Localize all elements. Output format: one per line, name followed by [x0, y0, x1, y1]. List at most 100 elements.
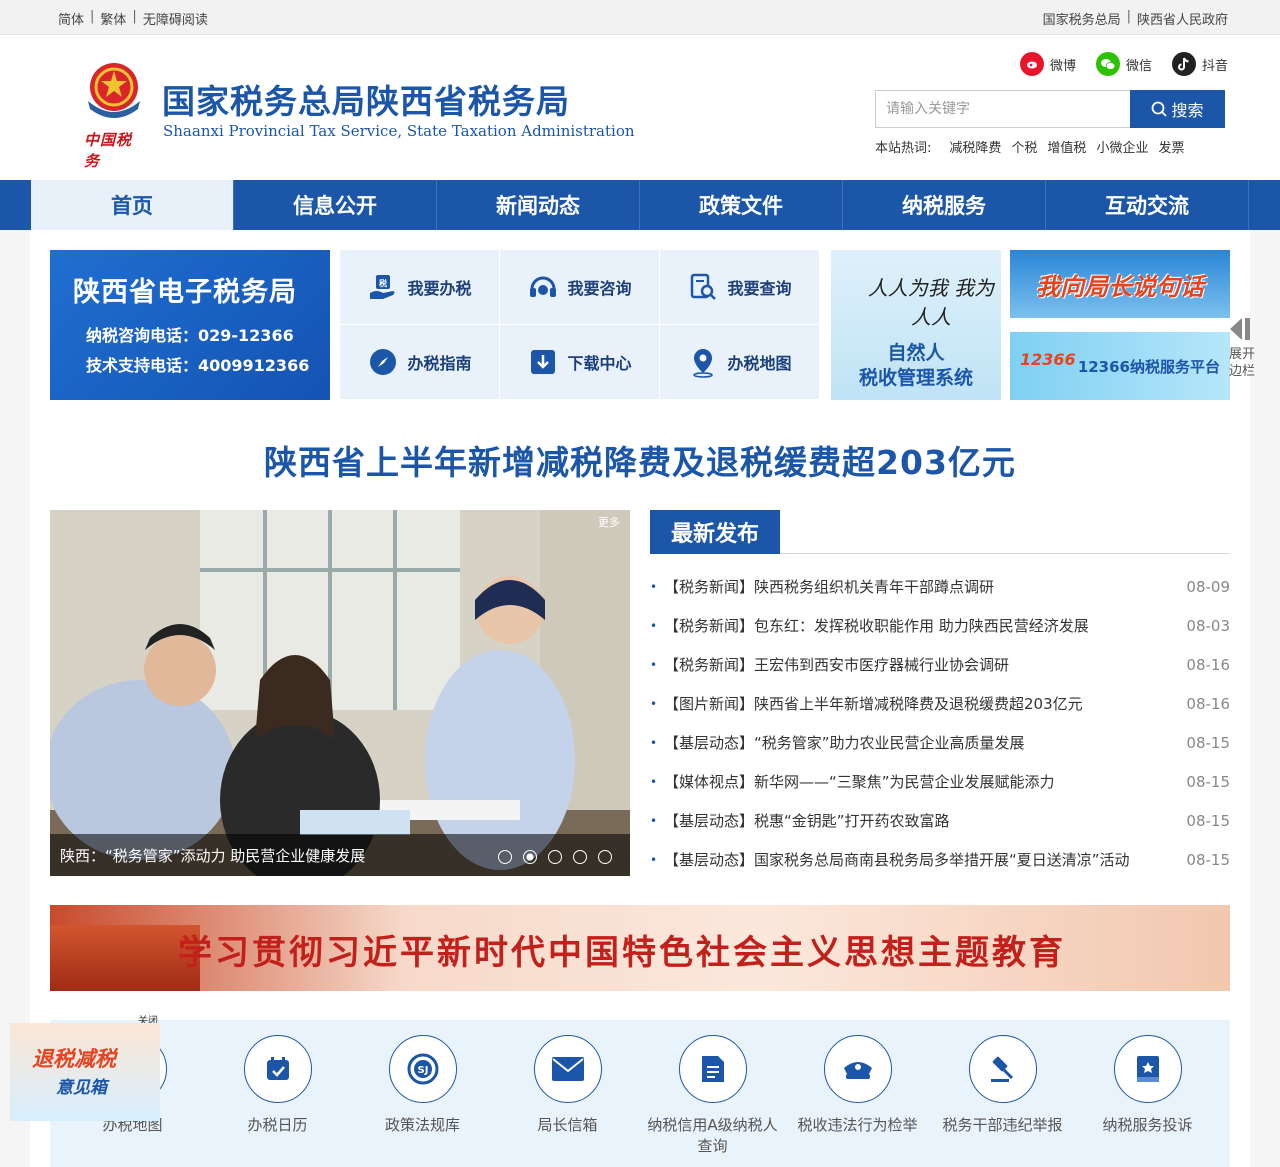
news-item[interactable]: • 【基层动态】“税务管家”助力农业民营企业高质量发展 08-15 — [650, 723, 1230, 762]
wechat-icon — [1095, 52, 1120, 76]
latest-news-title[interactable]: 最新发布 — [650, 510, 780, 554]
nature-title-1: 自然人 — [887, 342, 945, 364]
douyin-icon — [1171, 52, 1196, 76]
compass-icon — [370, 349, 397, 375]
calendar-icon — [243, 1035, 312, 1103]
quick-download[interactable]: 下载中心 — [500, 325, 660, 400]
quick-guide[interactable]: 办税指南 — [340, 325, 500, 400]
news-date: 08-15 — [1186, 850, 1230, 869]
service-tax-calendar[interactable]: 办税日历 — [208, 1020, 348, 1167]
latest-news-header: 最新发布 — [650, 510, 1230, 554]
weibo-link[interactable]: 微博 — [1019, 52, 1076, 76]
shaanxi-gov-link[interactable]: 陕西省人民政府 — [1137, 9, 1228, 28]
wechat-link[interactable]: 微信 — [1095, 52, 1152, 76]
expand-sidebar-toggle[interactable]: 展开边栏 — [1228, 316, 1256, 426]
complaint-book-icon — [1113, 1035, 1182, 1103]
hot-word[interactable]: 个税 — [1011, 137, 1037, 156]
bullet-icon: • — [650, 618, 658, 633]
news-title: 【基层动态】税惠“金钥匙”打开药农致富路 — [664, 812, 950, 830]
news-item[interactable]: • 【税务新闻】王宏伟到西安市医疗器械行业协会调研 08-16 — [650, 645, 1230, 684]
theme-education-banner[interactable]: 学习贯彻习近平新时代中国特色社会主义思想主题教育 — [50, 905, 1230, 991]
slider-dot[interactable] — [573, 850, 587, 864]
china-tax-mark: 中国税务 — [84, 131, 133, 170]
nature-title-2: 税收管理系统 — [858, 367, 973, 389]
hot-words: 本站热词: 减税降费 个税 增值税 小微企业 发票 — [875, 137, 1184, 156]
search-button[interactable]: 搜索 — [1130, 90, 1225, 128]
map-pin-icon — [693, 349, 714, 378]
law-library-icon: SJ — [388, 1035, 457, 1103]
main-nav: 首页 信息公开 新闻动态 政策文件 纳税服务 互动交流 — [0, 180, 1280, 230]
traditional-link[interactable]: 繁体 — [100, 9, 126, 28]
hot-word[interactable]: 增值税 — [1047, 137, 1086, 156]
news-title: 【税务新闻】包东红：发挥税收职能作用 助力陕西民营经济发展 — [664, 617, 1089, 635]
support-phone: 技术支持电话：4009912366 — [86, 356, 310, 375]
tax-feedback-float-ad[interactable]: 退税减税 意见箱 — [10, 1023, 160, 1121]
service-director-mailbox[interactable]: 局长信箱 — [498, 1020, 638, 1167]
news-date: 08-15 — [1186, 811, 1230, 830]
12366-platform-link[interactable]: 12366 12366纳税服务平台 — [1010, 332, 1230, 400]
news-title: 【基层动态】“税务管家”助力农业民营企业高质量发展 — [664, 734, 1025, 752]
hot-word[interactable]: 发票 — [1158, 137, 1184, 156]
slider-dot[interactable] — [498, 850, 512, 864]
quick-map[interactable]: 办税地图 — [660, 325, 820, 400]
photo-slider[interactable]: 更多 陕西：“税务管家”添动力 助民营企业健康发展 — [50, 510, 630, 876]
bullet-icon: • — [650, 774, 658, 789]
bullet-icon: • — [650, 579, 658, 594]
quick-tax-handling[interactable]: 税 我要办税 — [340, 250, 500, 325]
search-input[interactable] — [875, 90, 1130, 128]
nav-tab-tax-service[interactable]: 纳税服务 — [843, 180, 1046, 230]
news-item[interactable]: • 【税务新闻】包东红：发挥税收职能作用 助力陕西民营经济发展 08-03 — [650, 606, 1230, 645]
svg-text:SJ: SJ — [417, 1065, 428, 1076]
slider-dot[interactable] — [598, 850, 612, 864]
news-item[interactable]: • 【基层动态】税惠“金钥匙”打开药农致富路 08-15 — [650, 801, 1230, 840]
simplified-link[interactable]: 简体 — [58, 9, 84, 28]
e-tax-bureau-card[interactable]: 陕西省电子税务局 纳税咨询电话：029-12366 技术支持电话：4009912… — [50, 250, 330, 400]
service-policy-library[interactable]: SJ 政策法规库 — [353, 1020, 493, 1167]
nav-tab-news[interactable]: 新闻动态 — [437, 180, 640, 230]
site-header: 中国税务 国家税务总局陕西省税务局 Shaanxi Provincial Tax… — [0, 35, 1280, 180]
slider-more-link[interactable]: 更多 — [598, 514, 620, 530]
news-date: 08-15 — [1186, 772, 1230, 791]
banner-text: 学习贯彻习近平新时代中国特色社会主义思想主题教育 — [178, 933, 1066, 973]
douyin-link[interactable]: 抖音 — [1171, 52, 1228, 76]
social-links: 微博 微信 抖音 — [1019, 52, 1228, 76]
news-item[interactable]: • 【基层动态】国家税务总局商南县税务局多举措开展“夏日送清凉”活动 08-15 — [650, 840, 1230, 879]
service-label: 局长信箱 — [537, 1116, 598, 1134]
nav-tab-policy[interactable]: 政策文件 — [640, 180, 843, 230]
news-title: 【税务新闻】王宏伟到西安市医疗器械行业协会调研 — [664, 656, 1010, 674]
accessibility-link[interactable]: 无障碍阅读 — [143, 9, 208, 28]
service-credit-query[interactable]: 纳税信用A级纳税人查询 — [643, 1020, 783, 1167]
headset-icon — [530, 276, 557, 297]
nav-tab-info-disclosure[interactable]: 信息公开 — [234, 180, 437, 230]
natural-person-tax-system-link[interactable]: 人人为我 我为人人 自然人 税收管理系统 — [831, 250, 1001, 400]
quick-consult[interactable]: 我要咨询 — [500, 250, 660, 325]
latest-news-panel: 最新发布 • 【税务新闻】陕西税务组织机关青年干部蹲点调研 08-09 • 【税务新闻… — [650, 510, 1230, 876]
news-list: • 【税务新闻】陕西税务组织机关青年干部蹲点调研 08-09 • 【税务新闻】包东红：… — [650, 567, 1230, 879]
news-item[interactable]: • 【图片新闻】陕西省上半年新增减税降费及退税缓费超203亿元 08-16 — [650, 684, 1230, 723]
national-emblem-icon — [88, 63, 140, 118]
news-item[interactable]: • 【税务新闻】陕西税务组织机关青年干部蹲点调研 08-09 — [650, 567, 1230, 606]
slider-dot-active[interactable] — [523, 850, 537, 864]
service-icons-row: 办税地图 办税日历 SJ 政策法规库 局长信箱 纳税信用A级纳税人查询 税收违法… — [50, 1020, 1230, 1167]
nav-tab-home[interactable]: 首页 — [31, 180, 234, 230]
float-ad-title: 退税减税 — [32, 1047, 116, 1071]
external-links: 国家税务总局 | 陕西省人民政府 — [1043, 9, 1228, 28]
hot-word[interactable]: 小微企业 — [1096, 137, 1148, 156]
quick-query[interactable]: 我要查询 — [660, 250, 820, 325]
quick-label: 我要咨询 — [567, 279, 632, 298]
police-cap-icon — [823, 1035, 892, 1103]
director-message-link[interactable]: 我向局长说句话 — [1010, 250, 1230, 318]
headline-link[interactable]: 陕西省上半年新增减税降费及退税缓费超203亿元 — [0, 436, 1280, 484]
quick-label: 下载中心 — [567, 354, 632, 373]
service-tax-violation-report[interactable]: 税收违法行为检举 — [788, 1020, 928, 1167]
service-cadre-discipline-report[interactable]: 税务干部违纪举报 — [933, 1020, 1073, 1167]
slider-dot[interactable] — [548, 850, 562, 864]
service-label: 纳税信用A级纳税人查询 — [647, 1116, 778, 1155]
news-title: 【税务新闻】陕西税务组织机关青年干部蹲点调研 — [664, 578, 995, 596]
service-complaint[interactable]: 纳税服务投诉 — [1078, 1020, 1218, 1167]
sta-link[interactable]: 国家税务总局 — [1043, 9, 1121, 28]
news-item[interactable]: • 【媒体视点】新华网——“三聚焦”为民营企业发展赋能添力 08-15 — [650, 762, 1230, 801]
nav-tab-interaction[interactable]: 互动交流 — [1046, 180, 1249, 230]
news-date: 08-15 — [1186, 733, 1230, 752]
hot-word[interactable]: 减税降费 — [949, 137, 1001, 156]
